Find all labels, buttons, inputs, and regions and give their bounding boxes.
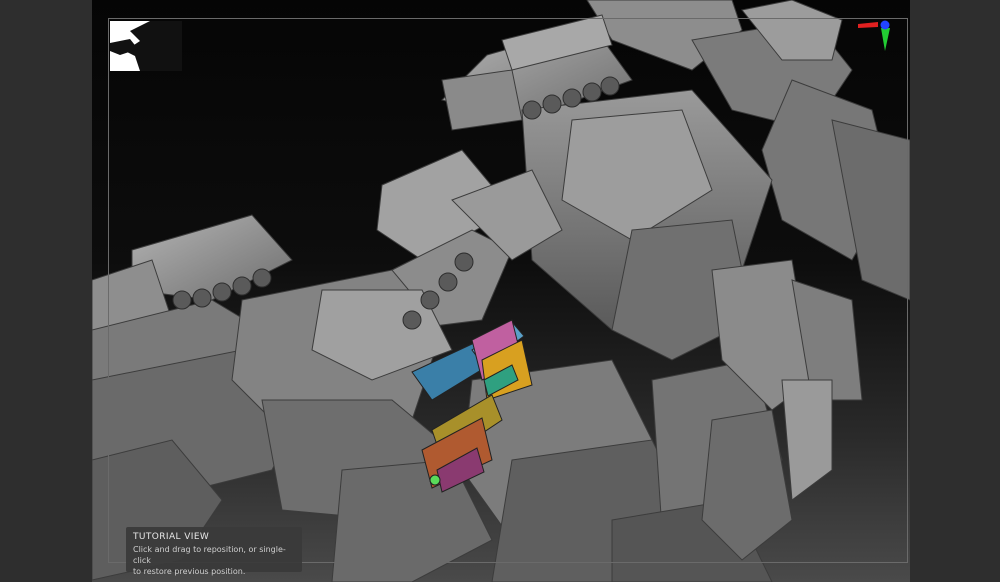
left-panel	[0, 0, 92, 582]
right-panel	[910, 0, 1000, 582]
silhouette-thumbnail[interactable]	[110, 21, 182, 71]
robot-model-render[interactable]	[92, 0, 910, 582]
tutorial-line-2: to restore previous position.	[133, 567, 246, 576]
tutorial-line-1: Click and drag to reposition, or single-…	[133, 545, 286, 565]
tutorial-view-tooltip: TUTORIAL VIEW Click and drag to repositi…	[126, 527, 302, 576]
3d-viewport[interactable]: TUTORIAL VIEW Click and drag to repositi…	[92, 0, 910, 582]
axis-gizmo-icon[interactable]	[854, 18, 894, 58]
tutorial-title: TUTORIAL VIEW	[133, 532, 210, 542]
